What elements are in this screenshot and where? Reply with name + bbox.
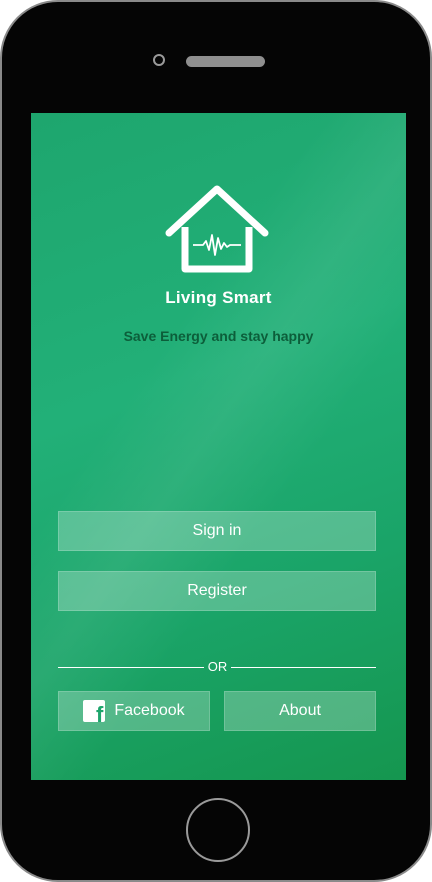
house-pulse-icon <box>165 185 269 273</box>
front-camera <box>153 54 165 66</box>
facebook-icon: f <box>83 700 106 722</box>
facebook-login-button[interactable]: f Facebook <box>58 691 210 731</box>
register-button[interactable]: Register <box>58 571 376 611</box>
divider-line-left <box>58 667 204 668</box>
facebook-label: Facebook <box>114 702 185 719</box>
phone-frame: Living Smart Save Energy and stay happy … <box>0 0 432 882</box>
earpiece-speaker <box>186 56 265 67</box>
divider-line-right <box>231 667 376 668</box>
app-screen: Living Smart Save Energy and stay happy … <box>31 113 406 780</box>
sign-in-label: Sign in <box>192 522 242 539</box>
about-button[interactable]: About <box>224 691 376 731</box>
about-label: About <box>279 702 321 719</box>
sign-in-button[interactable]: Sign in <box>58 511 376 551</box>
app-name: Living Smart <box>165 288 272 307</box>
home-button[interactable] <box>186 798 250 862</box>
register-label: Register <box>187 582 247 599</box>
or-divider-label: OR <box>207 659 228 674</box>
app-tagline: Save Energy and stay happy <box>123 328 314 344</box>
